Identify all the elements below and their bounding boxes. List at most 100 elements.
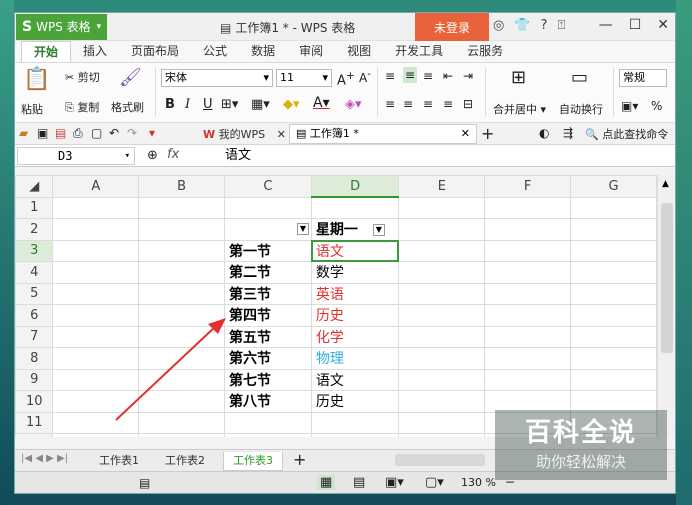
cell[interactable] [484,368,572,391]
number-format-select[interactable]: 常规 [619,69,667,87]
sheet-tab-3[interactable]: 工作表3 [223,452,283,471]
font-color-icon[interactable]: A▾ [313,95,330,111]
cell[interactable] [138,196,226,219]
cell[interactable] [398,282,486,305]
cell[interactable] [570,304,657,327]
maximize-icon[interactable]: ☐ [629,17,642,33]
cell[interactable]: ▼ [224,218,312,241]
horizontal-scrollbar[interactable] [395,454,485,466]
tab-insert[interactable]: 插入 [71,41,119,62]
cell[interactable] [484,325,572,348]
cell[interactable] [52,218,140,241]
cell[interactable] [570,282,657,305]
formula-input[interactable]: 语文 [225,147,673,165]
cell-c6[interactable]: 第四节 [224,304,312,327]
scroll-thumb[interactable] [661,203,673,353]
cell[interactable] [398,368,486,391]
tab-view[interactable]: 视图 [335,41,383,62]
column-header-a[interactable]: A [52,175,140,198]
redo-icon[interactable]: ↷ [127,126,137,140]
sheet-tab-1[interactable]: 工作表1 [89,452,149,471]
cell-c9[interactable]: 第七节 [224,368,312,391]
cell[interactable] [138,347,226,370]
filter-dropdown-icon[interactable]: ▼ [372,224,385,237]
column-header-c[interactable]: C [224,175,312,198]
align-bottom-icon[interactable]: ≡ [423,69,433,83]
cell[interactable] [398,261,486,284]
cell[interactable] [398,325,486,348]
row-header[interactable]: 6 [15,304,54,327]
tab-home[interactable]: 开始 [21,41,72,62]
cell[interactable] [484,261,572,284]
merge-border-icon[interactable]: ▦▾ [251,97,270,112]
cell[interactable] [52,433,140,437]
my-wps-tab[interactable]: W 我的WPS ✕ [203,126,286,142]
print-preview-icon[interactable]: ▢ [91,126,102,140]
cell[interactable] [398,196,486,219]
reading-view-icon[interactable]: ▢▾ [425,475,444,490]
row-header[interactable]: 2 [15,218,54,241]
merge-center-icon[interactable]: ⊞ [511,67,526,88]
document-tab[interactable]: ▤ 工作簿1 * ✕ [289,124,477,144]
justify-icon[interactable]: ≡ [443,97,453,111]
cell[interactable] [570,261,657,284]
normal-view-icon[interactable]: ▦ [317,475,336,490]
cell-d7[interactable]: 化学 [310,325,400,348]
cell-d9[interactable]: 语文 [310,368,400,391]
cell[interactable] [398,411,486,434]
cell[interactable] [138,282,226,305]
tab-review[interactable]: 审阅 [287,41,335,62]
cell[interactable] [138,304,226,327]
row-header[interactable]: 7 [15,325,54,348]
pdf-icon[interactable]: ▤ [55,126,66,140]
cell[interactable] [484,304,572,327]
tab-page-layout[interactable]: 页面布局 [119,41,191,62]
cell[interactable] [138,411,226,434]
cell[interactable] [224,411,312,434]
underline-icon[interactable]: U [203,97,213,112]
align-middle-icon[interactable]: ≡ [403,67,418,83]
cell-c5[interactable]: 第三节 [224,282,312,305]
cell-d10[interactable]: 历史 [310,390,400,413]
column-header-f[interactable]: F [484,175,572,198]
tab-data[interactable]: 数据 [239,41,287,62]
row-header[interactable]: 5 [15,282,54,305]
fx-button[interactable]: fx [167,147,179,162]
cell[interactable] [52,282,140,305]
close-icon[interactable]: ✕ [657,17,669,33]
cell[interactable] [310,411,400,434]
cell[interactable] [484,239,572,262]
row-header[interactable]: 1 [15,196,54,219]
cell[interactable] [52,304,140,327]
indent-decrease-icon[interactable]: ⇤ [443,69,453,83]
currency-icon[interactable]: ▣▾ [621,99,638,113]
page-layout-view-icon[interactable]: ▣▾ [385,475,404,490]
column-header-d[interactable]: D [310,175,400,198]
align-center-icon[interactable]: ≡ [403,97,413,111]
cell[interactable] [484,282,572,305]
cell[interactable] [570,218,657,241]
close-icon[interactable]: ✕ [277,128,286,141]
vertical-scrollbar[interactable]: ▲ [657,175,675,437]
close-icon[interactable]: ✕ [461,125,470,143]
cell[interactable] [138,390,226,413]
align-top-icon[interactable]: ≡ [385,69,395,83]
cell[interactable] [52,411,140,434]
cell[interactable] [310,433,400,437]
shirt-icon[interactable]: 👕 [514,18,530,33]
cell[interactable] [52,368,140,391]
scroll-up-icon[interactable]: ▲ [662,179,669,189]
cell[interactable] [52,325,140,348]
cell[interactable] [570,325,657,348]
row-header[interactable]: 9 [15,368,54,391]
cell[interactable] [484,347,572,370]
cell[interactable] [52,239,140,262]
column-header-g[interactable]: G [570,175,657,198]
cell[interactable] [398,433,486,437]
copy-button[interactable]: ⎘ 复制 [65,99,99,115]
zoom-level[interactable]: 130 % [461,476,496,489]
minimize-icon[interactable]: — [599,17,613,33]
paste-icon[interactable]: 📋 [23,67,50,92]
row-header[interactable]: 11 [15,411,54,434]
shrink-font-icon[interactable]: A- [359,69,371,85]
